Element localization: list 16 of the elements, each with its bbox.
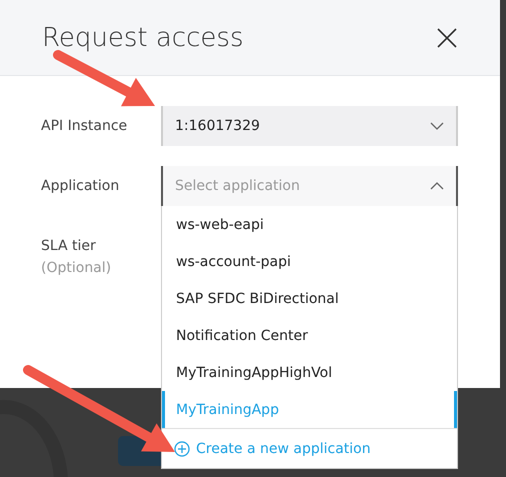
field-hint: (Optional)	[41, 260, 112, 276]
plus-circle-icon	[174, 440, 190, 456]
dropdown-option[interactable]: Notification Center	[162, 317, 457, 354]
close-button[interactable]	[436, 26, 458, 48]
field-label: Application	[41, 178, 120, 194]
field-label: API Instance	[41, 118, 128, 134]
chevron-down-icon	[430, 122, 444, 130]
dropdown-option[interactable]: ws-account-papi	[162, 243, 457, 280]
chevron-up-icon	[430, 182, 444, 190]
select-field[interactable]: 1:16017329	[161, 106, 458, 146]
field-label: SLA tier	[41, 238, 97, 254]
dropdown-option[interactable]: MyTrainingAppHighVol	[162, 354, 457, 391]
close-icon	[436, 26, 458, 48]
dialog-title: Request access	[42, 22, 244, 52]
dropdown-option[interactable]: ws-web-eapi	[162, 206, 457, 243]
dropdown-option[interactable]: SAP SFDC BiDirectional	[162, 280, 457, 317]
